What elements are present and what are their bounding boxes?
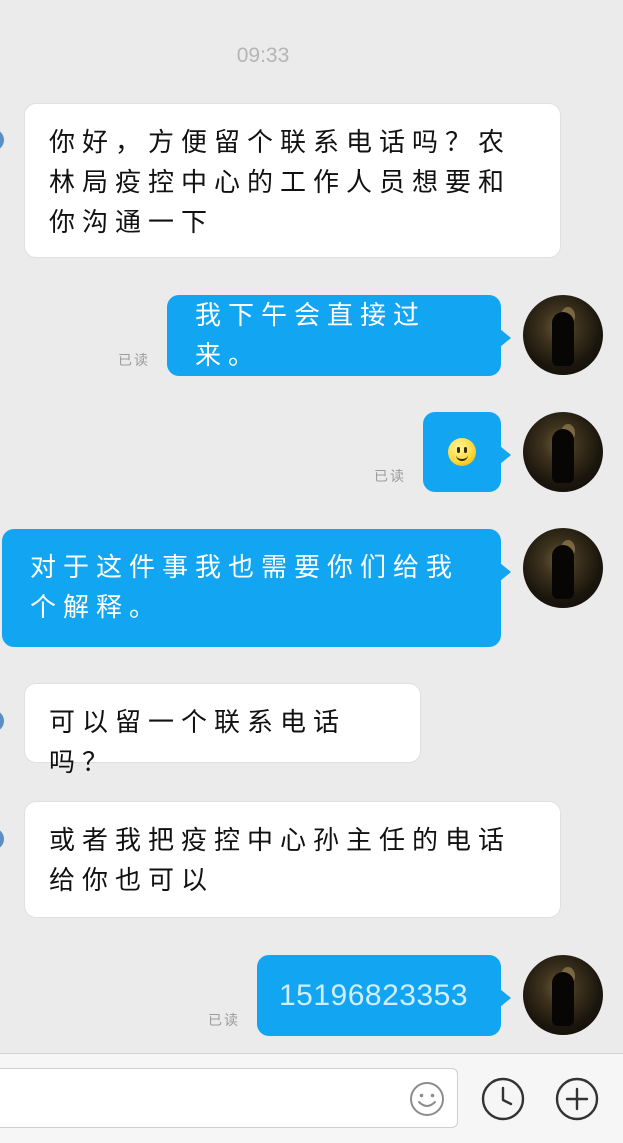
message-text: 你好，方便留个联系电话吗？农林局疫控中心的工作人员想要和你沟通一下 bbox=[49, 128, 512, 238]
read-receipt: 已读 bbox=[374, 469, 406, 485]
message-text: 可以留一个联系电话吗？ bbox=[49, 708, 347, 778]
chat-input-bar bbox=[0, 1053, 623, 1143]
contact-avatar[interactable] bbox=[0, 710, 4, 732]
emoji-icon[interactable] bbox=[407, 1079, 447, 1119]
message-input[interactable] bbox=[7, 1081, 391, 1117]
contact-avatar[interactable] bbox=[0, 129, 4, 151]
clock-icon[interactable] bbox=[479, 1075, 527, 1123]
avatar-image-figure bbox=[552, 972, 574, 1026]
message-timestamp: 09:33 bbox=[236, 44, 290, 67]
read-receipt: 已读 bbox=[208, 1013, 240, 1029]
outgoing-emoji-bubble[interactable] bbox=[423, 412, 511, 492]
avatar-image-figure bbox=[552, 312, 574, 366]
avatar-image-figure bbox=[552, 429, 574, 483]
plus-icon[interactable] bbox=[553, 1075, 601, 1123]
incoming-message-bubble[interactable]: 或者我把疫控中心孙主任的电话给你也可以 bbox=[24, 801, 561, 918]
smile-emoji-icon bbox=[448, 438, 476, 466]
incoming-message-bubble[interactable]: 可以留一个联系电话吗？ bbox=[24, 683, 421, 778]
outgoing-message-bubble[interactable]: 对于这件事我也需要你们给我个解释。 bbox=[2, 529, 511, 647]
outgoing-message-bubble[interactable]: 15196823353 bbox=[257, 955, 511, 1036]
contact-avatar[interactable] bbox=[0, 828, 4, 850]
outgoing-message-bubble[interactable]: 我下午会直接过来。 bbox=[167, 295, 511, 376]
user-avatar[interactable] bbox=[523, 955, 603, 1035]
user-avatar[interactable] bbox=[523, 528, 603, 608]
read-receipt: 已读 bbox=[118, 353, 150, 369]
message-text: 对于这件事我也需要你们给我个解释。 bbox=[30, 553, 460, 623]
phone-number-text[interactable]: 15196823353 bbox=[279, 976, 468, 1016]
message-text: 或者我把疫控中心孙主任的电话给你也可以 bbox=[49, 826, 512, 896]
avatar-image-figure bbox=[552, 545, 574, 599]
incoming-message-bubble[interactable]: 你好，方便留个联系电话吗？农林局疫控中心的工作人员想要和你沟通一下 bbox=[24, 103, 561, 258]
user-avatar[interactable] bbox=[523, 295, 603, 375]
message-text: 我下午会直接过来。 bbox=[195, 300, 427, 371]
user-avatar[interactable] bbox=[523, 412, 603, 492]
message-input-box[interactable] bbox=[0, 1068, 458, 1128]
